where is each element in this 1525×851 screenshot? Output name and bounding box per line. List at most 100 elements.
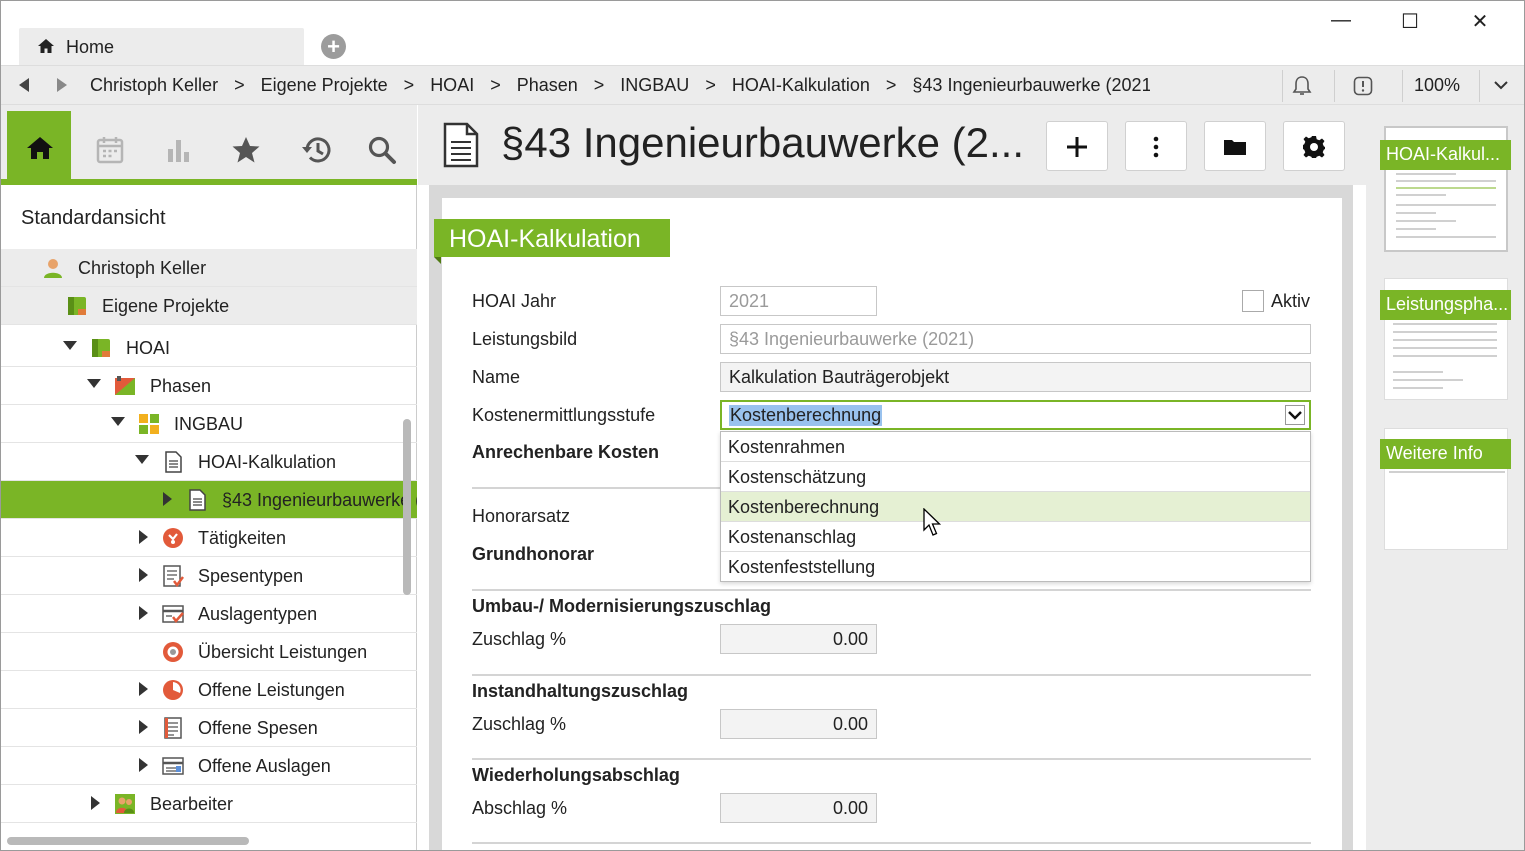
breadcrumb-item[interactable]: §43 Ingenieurbauwerke (2021) Ka	[912, 75, 1150, 95]
bell-icon[interactable]	[1292, 75, 1312, 97]
tree-item-bearbeiter[interactable]: Bearbeiter	[1, 785, 417, 823]
expand-icon[interactable]	[139, 530, 148, 544]
sidebar-tool-chart[interactable]	[145, 111, 209, 181]
expense-icon	[163, 565, 184, 587]
breadcrumb-item[interactable]: HOAI	[430, 75, 474, 95]
tree-item-hoai[interactable]: HOAI	[1, 329, 417, 367]
tree-item-label: Eigene Projekte	[102, 296, 230, 316]
sidebar-tool-calendar[interactable]	[77, 111, 141, 181]
expand-icon[interactable]	[139, 682, 148, 696]
umbau-section-label: Umbau-/ Modernisierungszuschlag	[472, 596, 772, 616]
close-button[interactable]: ✕	[1457, 9, 1503, 39]
tree-item-taetigkeiten[interactable]: Tätigkeiten	[1, 519, 417, 557]
dropdown-toggle[interactable]	[1285, 405, 1305, 425]
tree-item-auslagentypen[interactable]: Auslagentypen	[1, 595, 417, 633]
expand-icon[interactable]	[163, 492, 172, 506]
back-icon[interactable]	[17, 76, 31, 94]
leistungsbild-field[interactable]: §43 Ingenieurbauwerke (2021)	[720, 324, 1311, 354]
divider	[472, 674, 1311, 676]
alert-icon[interactable]	[1353, 76, 1373, 96]
breadcrumb-item[interactable]: Eigene Projekte	[261, 75, 388, 95]
collapse-icon[interactable]	[63, 341, 77, 350]
dropdown-option[interactable]: Kostenrahmen	[721, 432, 1310, 462]
collapse-icon[interactable]	[135, 455, 149, 464]
collapse-icon[interactable]	[111, 417, 125, 426]
breadcrumb-item[interactable]: INGBAU	[620, 75, 689, 95]
chevron-down-icon	[1288, 411, 1302, 420]
divider	[1479, 70, 1480, 102]
more-options-button[interactable]	[1125, 121, 1187, 171]
tree-item-label: Phasen	[150, 376, 212, 396]
leistungsbild-label: Leistungsbild	[472, 329, 578, 349]
dropdown-option[interactable]: Kostenfeststellung	[721, 552, 1310, 582]
tree-item-label: HOAI-Kalkulation	[198, 452, 337, 472]
breadcrumb-separator: >	[403, 75, 415, 95]
sidebar-tool-favorites[interactable]	[213, 111, 277, 181]
navigation-bar: Christoph Keller > Eigene Projekte > HOAI > Ph…	[1, 65, 1524, 105]
aktiv-checkbox[interactable]	[1242, 290, 1264, 312]
forward-icon[interactable]	[55, 76, 69, 94]
tree-item-offene-spesen[interactable]: Offene Spesen	[1, 709, 417, 747]
dropdown-option[interactable]: Kostenanschlag	[721, 522, 1310, 552]
new-tab-button[interactable]: +	[321, 34, 346, 59]
expand-icon[interactable]	[139, 758, 148, 772]
list-icon	[164, 717, 182, 739]
tree-item-uebersicht-leistungen[interactable]: Übersicht Leistungen	[1, 633, 417, 671]
name-field[interactable]: Kalkulation Bauträgerobjekt	[720, 362, 1311, 392]
abschlag-field[interactable]: 0.00	[720, 793, 877, 823]
dropdown-option[interactable]: Kostenschätzung	[721, 462, 1310, 492]
settings-button[interactable]	[1283, 121, 1345, 171]
umbau-zuschlag-field[interactable]: 0.00	[720, 624, 877, 654]
expand-icon[interactable]	[91, 796, 100, 810]
tree-item-ingenieurbauwerke[interactable]: §43 Ingenieurbauwerke (	[1, 481, 417, 519]
breadcrumb-item[interactable]: Phasen	[517, 75, 578, 95]
tree-item-eigene-projekte[interactable]: Eigene Projekte	[1, 287, 417, 325]
tree-item-label: Christoph Keller	[78, 258, 207, 278]
sidebar-tool-home[interactable]	[7, 111, 71, 185]
kostenermittlungsstufe-select[interactable]: Kostenberechnung	[720, 400, 1311, 430]
more-icon	[1153, 136, 1159, 158]
maximize-button[interactable]: ☐	[1387, 9, 1433, 39]
tree-item-offene-auslagen[interactable]: Offene Auslagen	[1, 747, 417, 785]
chevron-down-icon[interactable]	[1493, 79, 1509, 91]
sidebar-tool-history[interactable]	[281, 111, 345, 181]
tree-item-phasen[interactable]: Phasen	[1, 367, 417, 405]
tree-item-spesentypen[interactable]: Spesentypen	[1, 557, 417, 595]
folder-icon	[1224, 140, 1246, 155]
instand-zuschlag-field[interactable]: 0.00	[720, 709, 877, 739]
hoai-jahr-field[interactable]: 2021	[720, 286, 877, 316]
tree-item-christoph-keller[interactable]: Christoph Keller	[1, 249, 417, 287]
section-title: HOAI-Kalkulation	[434, 219, 670, 257]
expand-icon[interactable]	[139, 568, 148, 582]
tree-item-hoai-kalkulation[interactable]: HOAI-Kalkulation	[1, 443, 417, 481]
settings-icon	[1303, 136, 1325, 158]
wiederholung-section-label: Wiederholungsabschlag	[472, 765, 680, 785]
view-title[interactable]: Standardansicht	[21, 207, 166, 230]
tree-item-label: Tätigkeiten	[198, 528, 287, 548]
tab-home[interactable]: Home	[19, 28, 304, 66]
folder-green-icon	[68, 297, 86, 315]
breadcrumb-separator: >	[234, 75, 245, 95]
tree-item-ingbau[interactable]: INGBAU	[1, 405, 417, 443]
breadcrumb-item[interactable]: Christoph Keller	[90, 75, 218, 95]
grundhonorar-label: Grundhonorar	[472, 544, 594, 564]
instand-zuschlag-label: Zuschlag %	[472, 714, 567, 734]
minimize-button[interactable]: —	[1318, 9, 1364, 39]
tab-label: Home	[66, 37, 115, 57]
bar-chart-icon	[168, 140, 189, 162]
folder-button[interactable]	[1204, 121, 1266, 171]
sidebar-tool-search[interactable]	[349, 111, 413, 181]
add-button[interactable]	[1046, 121, 1108, 171]
dropdown-option[interactable]: Kostenberechnung	[721, 492, 1310, 522]
expand-icon[interactable]	[139, 606, 148, 620]
collapse-icon[interactable]	[87, 379, 101, 388]
breadcrumb-item[interactable]: HOAI-Kalkulation	[732, 75, 870, 95]
search-icon	[368, 136, 396, 164]
zoom-level[interactable]: 100%	[1414, 75, 1460, 96]
tree-horizontal-scrollbar[interactable]	[7, 837, 249, 845]
tree-vertical-scrollbar[interactable]	[403, 419, 411, 595]
users-icon	[115, 794, 135, 814]
tree-item-offene-leistungen[interactable]: Offene Leistungen	[1, 671, 417, 709]
tree-item-label: Offene Leistungen	[198, 680, 345, 700]
expand-icon[interactable]	[139, 720, 148, 734]
